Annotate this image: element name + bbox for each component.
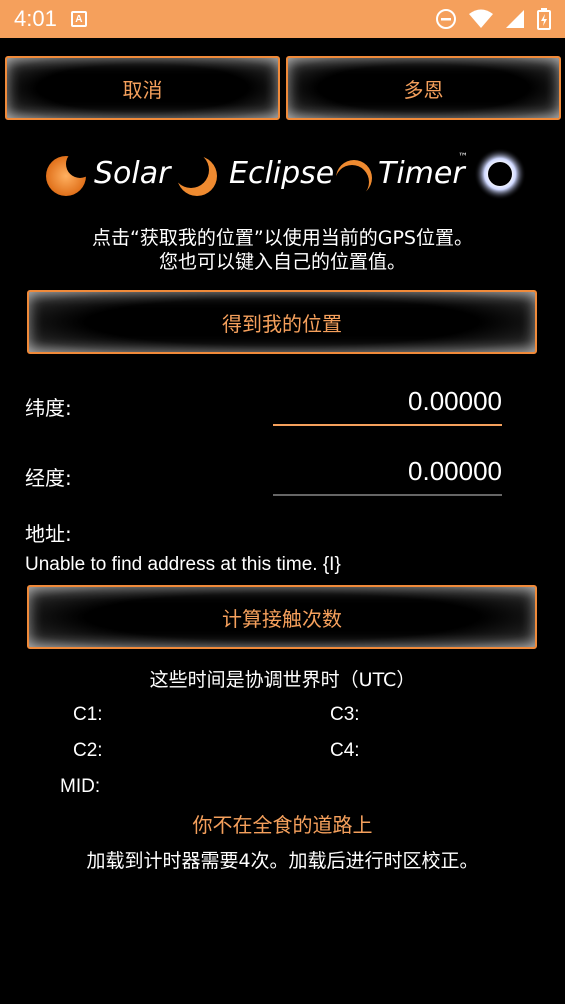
- done-button[interactable]: 多恩: [286, 56, 561, 120]
- latitude-input[interactable]: 0.00000: [273, 386, 502, 426]
- path-warning: 你不在全食的道路上: [192, 813, 373, 837]
- battery-charging-icon: [537, 8, 551, 30]
- signal-icon: [506, 10, 524, 28]
- partial-sun-icon: [46, 154, 88, 196]
- thin-crescent-icon: [335, 160, 372, 198]
- contact-c4-label: C4:: [330, 740, 360, 761]
- logo-word-timer: Timer: [378, 156, 465, 191]
- app-logo: Solar Eclipse Timer ™: [44, 146, 526, 202]
- trademark-symbol: ™: [458, 152, 468, 163]
- contact-c2-label: C2:: [73, 740, 103, 761]
- status-time: 4:01: [14, 6, 57, 31]
- latitude-label: 纬度:: [25, 396, 72, 420]
- get-location-button[interactable]: 得到我的位置: [27, 290, 537, 354]
- contact-c3-label: C3:: [330, 704, 360, 725]
- address-value: Unable to find address at this time. {I}: [25, 554, 341, 575]
- instructions: 点击“获取我的位置”以使用当前的GPS位置。 您也可以键入自己的位置值。: [0, 226, 565, 274]
- compute-contacts-button[interactable]: 计算接触次数: [27, 585, 537, 649]
- longitude-label: 经度:: [25, 466, 72, 490]
- longitude-input[interactable]: 0.00000: [273, 456, 502, 496]
- logo-word-eclipse: Eclipse: [229, 156, 335, 191]
- utc-note: 这些时间是协调世界时（UTC）: [149, 669, 416, 691]
- total-eclipse-icon: [474, 148, 526, 200]
- logo-word-solar: Solar: [94, 156, 171, 191]
- load-note: 加载到计时器需要4次。加载后进行时区校正。: [86, 850, 479, 872]
- a-icon: A: [70, 11, 87, 27]
- cancel-button[interactable]: 取消: [5, 56, 280, 120]
- status-icons: [435, 8, 551, 30]
- status-bar: 4:01 A: [0, 0, 565, 38]
- wifi-icon: [469, 9, 493, 28]
- do-not-disturb-icon: [436, 9, 456, 29]
- address-label: 地址:: [25, 522, 72, 546]
- crescent-sun-icon: [176, 154, 217, 196]
- contact-c1-label: C1:: [73, 704, 103, 725]
- instructions-line-2: 您也可以键入自己的位置值。: [158, 251, 406, 273]
- instructions-line-1: 点击“获取我的位置”以使用当前的GPS位置。: [92, 227, 473, 249]
- contact-mid-label: MID:: [60, 776, 101, 797]
